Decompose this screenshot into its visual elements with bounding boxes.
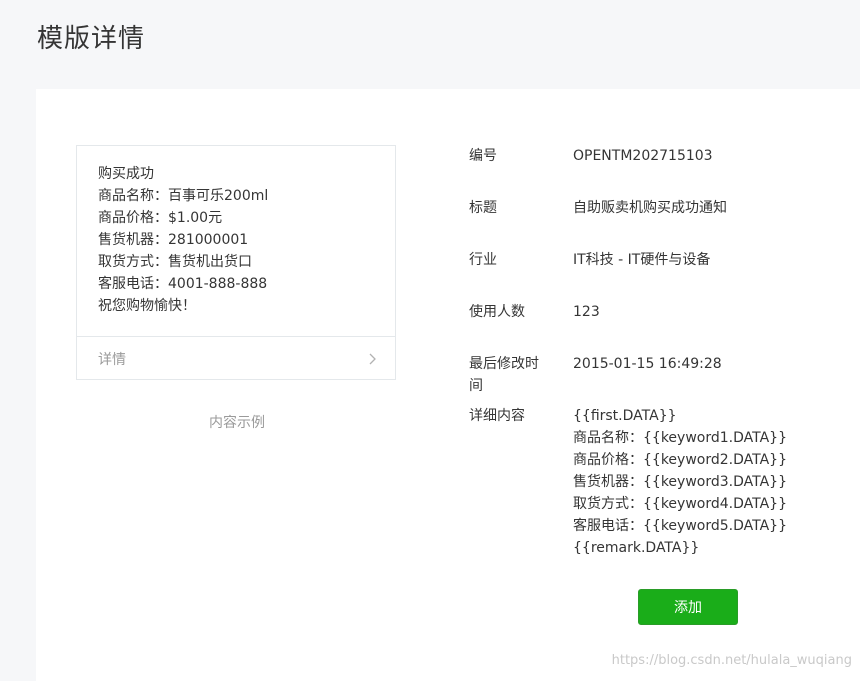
preview-line-machine: 售货机器：281000001 [98,232,249,248]
info-label-modified-line2: 间 [469,378,483,394]
info-value-id: OPENTM202715103 [573,148,713,164]
preview-line-product-name: 商品名称：百事可乐200ml [98,188,269,204]
preview-line-first: 购买成功 [98,166,154,182]
chevron-right-icon [369,353,376,365]
preview-line-remark: 祝您购物愉快！ [98,298,196,314]
preview-body: 购买成功 商品名称：百事可乐200ml 商品价格：$1.00元 售货机器：281… [77,146,395,317]
message-preview-card: 购买成功 商品名称：百事可乐200ml 商品价格：$1.00元 售货机器：281… [76,145,396,380]
detail-line-first: {{first.DATA}} [573,408,677,424]
watermark: https://blog.csdn.net/hulala_wuqiang [611,653,852,668]
page-title: 模版详情 [37,24,146,54]
preview-line-pickup: 取货方式：售货机出货口 [98,254,252,270]
detail-line-remark: {{remark.DATA}} [573,540,700,556]
info-value-detail: {{first.DATA}} 商品名称：{{keyword1.DATA}} 商品… [573,405,787,559]
info-label-modified-line1: 最后修改时 [469,356,539,372]
info-label-modified: 最后修改时 间 [469,353,549,397]
details-link-label: 详情 [98,352,126,368]
detail-line-keyword3: 售货机器：{{keyword3.DATA}} [573,474,787,490]
detail-line-keyword4: 取货方式：{{keyword4.DATA}} [573,496,787,512]
preview-line-product-price: 商品价格：$1.00元 [98,210,223,226]
detail-line-keyword1: 商品名称：{{keyword1.DATA}} [573,430,787,446]
details-link[interactable]: 详情 [77,336,395,381]
info-label-title: 标题 [469,200,497,216]
info-value-modified: 2015-01-15 16:49:28 [573,356,722,372]
info-label-users: 使用人数 [469,304,525,320]
info-label-id: 编号 [469,148,497,164]
info-value-title: 自助贩卖机购买成功通知 [573,200,727,216]
info-value-users: 123 [573,304,600,320]
preview-line-service-phone: 客服电话：4001-888-888 [98,276,268,292]
example-caption: 内容示例 [209,415,265,431]
info-label-detail: 详细内容 [469,408,525,424]
info-value-industry: IT科技 - IT硬件与设备 [573,252,711,268]
add-button[interactable]: 添加 [638,589,738,625]
detail-line-keyword5: 客服电话：{{keyword5.DATA}} [573,518,787,534]
detail-line-keyword2: 商品价格：{{keyword2.DATA}} [573,452,787,468]
info-label-industry: 行业 [469,252,497,268]
